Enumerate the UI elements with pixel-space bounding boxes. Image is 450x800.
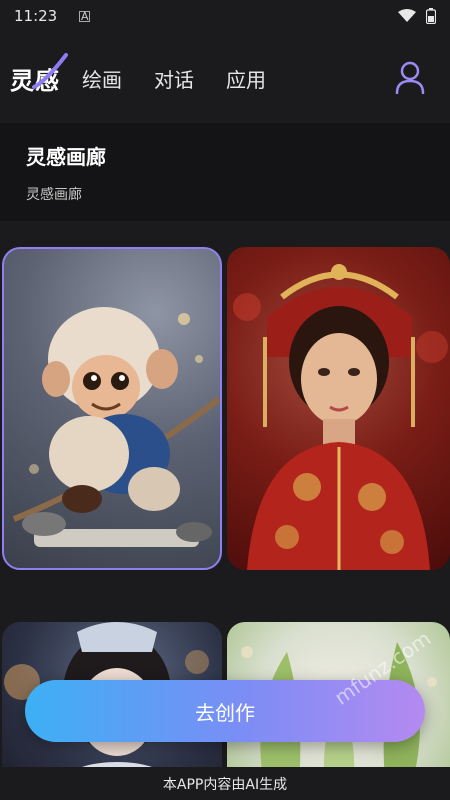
app-logo[interactable]: 灵感	[10, 52, 68, 96]
wifi-icon	[398, 9, 416, 22]
brush-stroke-icon	[32, 52, 68, 89]
create-button-label: 去创作	[195, 700, 255, 725]
nav-tab-apps[interactable]: 应用	[226, 64, 266, 93]
user-profile-icon[interactable]	[394, 60, 426, 94]
battery-icon	[426, 8, 436, 24]
top-nav: 灵感 绘画 对话 应用	[0, 44, 450, 112]
notification-icon: A	[79, 9, 91, 23]
gallery-card-monkey[interactable]	[2, 247, 222, 570]
status-time: 11:23	[14, 7, 58, 25]
page-title: 灵感画廊	[26, 145, 106, 169]
nav-tab-drawing[interactable]: 绘画	[82, 64, 122, 93]
monkey-art-image	[12, 307, 220, 547]
page-subtitle: 灵感画廊	[26, 187, 82, 203]
nav-tab-chat[interactable]: 对话	[154, 64, 194, 93]
status-indicators	[398, 8, 436, 24]
status-bar: 11:23 A	[0, 0, 450, 32]
gallery-card-girl[interactable]	[227, 247, 450, 570]
ai-disclaimer: 本APP内容由AI生成	[0, 767, 450, 800]
gallery-header: 灵感画廊 灵感画廊	[0, 123, 450, 221]
girl-art-image	[233, 264, 448, 570]
